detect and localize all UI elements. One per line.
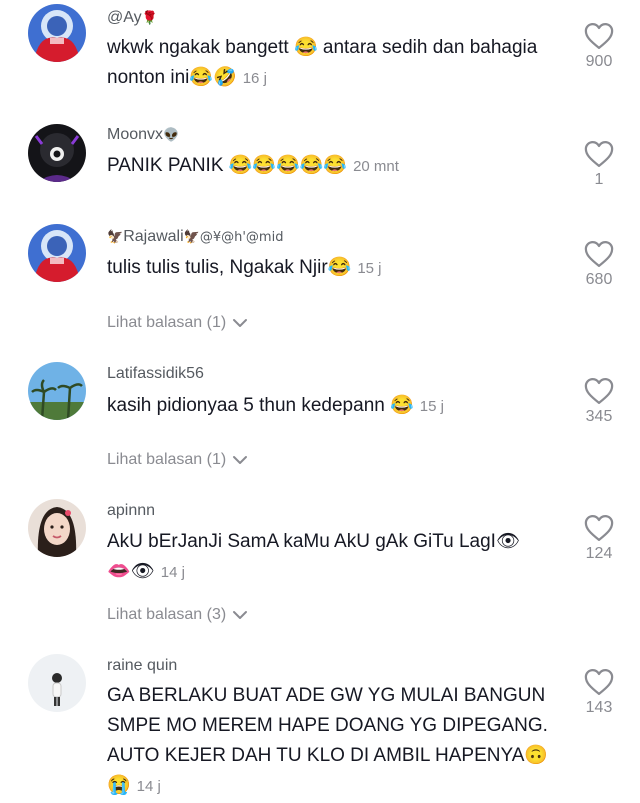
heart-outline-icon[interactable] <box>584 668 614 696</box>
comment-time: 15 j <box>357 260 382 277</box>
username[interactable]: apinnn <box>107 502 155 520</box>
comment-text: tulis tulis tulis, Ngakak Njir😂 15 j <box>107 253 557 284</box>
chevron-down-icon[interactable] <box>232 454 248 466</box>
avatar[interactable] <box>28 499 86 557</box>
comment-time: 20 mnt <box>353 158 399 175</box>
username[interactable]: 🦅Rajawali🦅@¥@h'@mid <box>107 228 283 246</box>
chevron-down-icon[interactable] <box>232 317 248 329</box>
like-button[interactable]: 900 <box>576 22 622 71</box>
comment-body: GA BERLAKU BUAT ADE GW YG MULAI BANGUN S… <box>107 685 549 796</box>
like-button[interactable]: 680 <box>576 240 622 289</box>
comment-text: AkU bErJanJi SamA kaMu AkU gAk GiTu LagI… <box>107 527 557 588</box>
heart-outline-icon[interactable] <box>584 22 614 50</box>
heart-outline-icon[interactable] <box>584 514 614 542</box>
like-button[interactable]: 345 <box>576 377 622 426</box>
like-count: 345 <box>585 408 613 425</box>
comment-text: kasih pidionyaa 5 thun kedepann 😂 15 j <box>107 391 557 422</box>
username-suffix: 🦅@¥@h'@mid <box>183 230 284 245</box>
comment-body-line2: 👄👁 <box>107 561 155 582</box>
comment-time: 14 j <box>160 564 185 581</box>
comment-text: GA BERLAKU BUAT ADE GW YG MULAI BANGUN S… <box>107 681 557 802</box>
like-button[interactable]: 1 <box>576 140 622 189</box>
like-button[interactable]: 124 <box>576 514 622 563</box>
comment-body: tulis tulis tulis, Ngakak Njir😂 <box>107 257 352 278</box>
like-count: 900 <box>585 53 613 70</box>
comment-time: 14 j <box>136 778 161 795</box>
username[interactable]: Moonvx👽 <box>107 126 179 144</box>
username-text[interactable]: Moonvx <box>107 126 163 143</box>
username[interactable]: raine quin <box>107 657 177 675</box>
like-button[interactable]: 143 <box>576 668 622 717</box>
username-text[interactable]: Rajawali <box>123 228 183 245</box>
heart-outline-icon[interactable] <box>584 377 614 405</box>
like-count: 1 <box>594 171 604 188</box>
view-replies-label[interactable]: Lihat balasan (1) <box>107 451 226 469</box>
avatar[interactable] <box>28 362 86 420</box>
comment-body: kasih pidionyaa 5 thun kedepann 😂 <box>107 395 414 416</box>
username-text[interactable]: apinnn <box>107 502 155 519</box>
username-text[interactable]: @Ay <box>107 9 142 26</box>
username[interactable]: @Ay🌹 <box>107 9 158 27</box>
username-emoji: 👽 <box>163 128 180 143</box>
comment-text: PANIK PANIK 😂😂😂😂😂 20 mnt <box>107 151 557 182</box>
comment-time: 15 j <box>419 398 444 415</box>
comment-time: 16 j <box>242 70 267 87</box>
view-replies-label[interactable]: Lihat balasan (1) <box>107 314 226 332</box>
avatar[interactable] <box>28 124 86 182</box>
chevron-down-icon[interactable] <box>232 609 248 621</box>
view-replies-label[interactable]: Lihat balasan (3) <box>107 606 226 624</box>
like-count: 680 <box>585 271 613 288</box>
avatar[interactable] <box>28 654 86 712</box>
comment-body: PANIK PANIK 😂😂😂😂😂 <box>107 155 348 176</box>
avatar[interactable] <box>28 4 86 62</box>
avatar[interactable] <box>28 224 86 282</box>
like-count: 143 <box>585 699 613 716</box>
comment-body: wkwk ngakak bangett 😂 antara sedih dan b… <box>107 37 538 88</box>
username[interactable]: Latifassidik56 <box>107 365 204 383</box>
comment-text: wkwk ngakak bangett 😂 antara sedih dan b… <box>107 33 557 94</box>
view-replies-button[interactable]: Lihat balasan (3) <box>107 606 248 624</box>
like-count: 124 <box>585 545 613 562</box>
heart-outline-icon[interactable] <box>584 140 614 168</box>
username-emoji: 🦅 <box>107 230 124 245</box>
view-replies-button[interactable]: Lihat balasan (1) <box>107 314 248 332</box>
username-text[interactable]: raine quin <box>107 657 177 674</box>
heart-outline-icon[interactable] <box>584 240 614 268</box>
comment-body: AkU bErJanJi SamA kaMu AkU gAk GiTu LagI… <box>107 531 521 552</box>
username-text[interactable]: Latifassidik56 <box>107 365 204 382</box>
username-emoji: 🌹 <box>141 11 158 26</box>
view-replies-button[interactable]: Lihat balasan (1) <box>107 451 248 469</box>
